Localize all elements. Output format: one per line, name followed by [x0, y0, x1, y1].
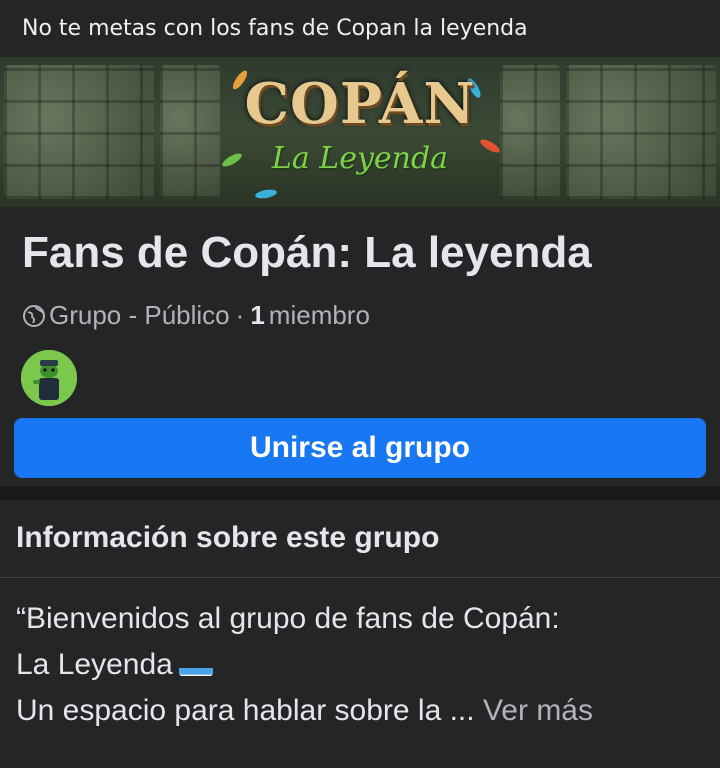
description-line: Un espacio para hablar sobre la ... Ver … — [16, 688, 716, 734]
feather-decoration — [478, 137, 502, 155]
group-cover-image[interactable]: COPÁN La Leyenda — [0, 57, 720, 207]
member-avatar[interactable] — [21, 350, 77, 406]
member-count[interactable]: 1 — [250, 300, 264, 331]
description-line: “Bienvenidos al grupo de fans de Copán: — [16, 602, 560, 635]
member-label[interactable]: miembro — [269, 300, 370, 331]
maya-glyph-decoration — [4, 65, 154, 199]
group-type-privacy: Grupo - Público — [49, 300, 230, 330]
maya-glyph-decoration — [160, 65, 220, 199]
see-more-link[interactable]: Ver más — [483, 694, 593, 727]
feather-decoration — [220, 151, 244, 169]
maya-glyph-decoration — [566, 65, 716, 199]
globe-icon — [23, 304, 45, 327]
description-text: La Leyenda — [16, 648, 173, 681]
group-name[interactable]: Fans de Copán: La leyenda — [22, 228, 592, 278]
frog-character-icon — [21, 350, 77, 406]
section-divider — [0, 486, 720, 500]
cover-logo-subtitle: La Leyenda — [271, 141, 449, 176]
about-section-heading: Información sobre este grupo — [16, 521, 440, 554]
meta-separator: · — [235, 300, 245, 330]
description-text: Un espacio para hablar sobre la ... — [16, 694, 475, 727]
honduras-flag-icon — [178, 656, 213, 677]
join-group-button[interactable]: Unirse al grupo — [14, 418, 706, 478]
group-description: “Bienvenidos al grupo de fans de Copán: … — [16, 596, 716, 734]
maya-glyph-decoration — [500, 65, 560, 199]
cover-logo-title: COPÁN — [244, 71, 476, 137]
group-meta: Grupo - Público · 1 miembro — [22, 300, 370, 331]
post-caption: No te metas con los fans de Copan la ley… — [0, 0, 720, 57]
description-line-with-flag: La Leyenda — [16, 642, 716, 688]
heading-divider — [0, 577, 720, 578]
feather-decoration — [254, 188, 278, 200]
